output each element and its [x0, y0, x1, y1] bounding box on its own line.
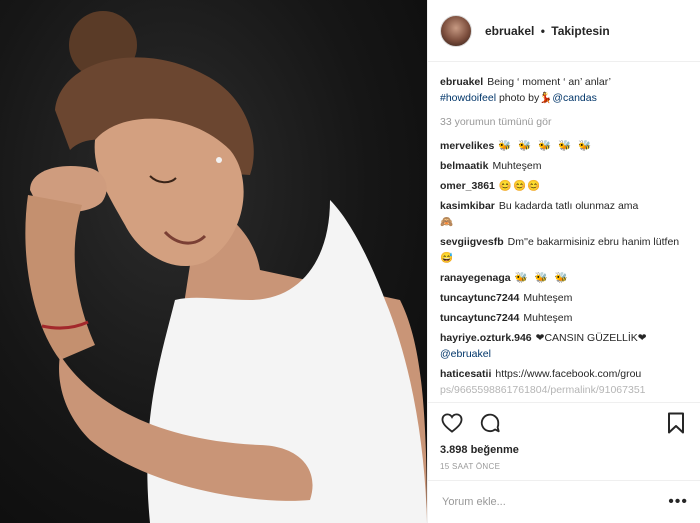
caption-text: Being ‘ moment ‘ an’ anlar’ [487, 76, 611, 88]
comment-username[interactable]: tuncaytunc7244 [440, 312, 519, 324]
comment-item: mervelikes 🐝 🐝 🐝 🐝 🐝 [440, 138, 688, 154]
post-header: ebruakel • Takiptesin [428, 0, 700, 62]
comment-text: Muhteşem [523, 312, 573, 324]
bee-emoji-icon: 🐝 🐝 🐝 [514, 272, 570, 284]
caption-hashtag[interactable]: #howdoifeel [440, 92, 496, 104]
comment-item: haticesatii https://www.facebook.com/grou… [440, 366, 688, 398]
comment-item: kasimkibar Bu kadarda tatlı olunmaz ama 🙈 [440, 198, 688, 230]
add-comment-input[interactable] [440, 495, 664, 509]
comment-text: ❤CANSIN GÜZELLİK❤ [535, 332, 647, 344]
comment-username[interactable]: sevgiigvesfb [440, 236, 504, 248]
header-text: ebruakel • Takiptesin [485, 24, 610, 38]
header-username[interactable]: ebruakel [485, 24, 534, 38]
bookmark-icon[interactable] [664, 411, 688, 435]
comment-username[interactable]: kasimkibar [440, 200, 495, 212]
comment-item: hayriye.ozturk.946 ❤CANSIN GÜZELLİK❤ @ebr… [440, 330, 688, 362]
comment-icon[interactable] [478, 411, 502, 435]
more-options-icon[interactable]: ••• [668, 493, 688, 511]
instagram-post: ebruakel • Takiptesin ebruakel Being ‘ mo… [0, 0, 700, 523]
comment-mention[interactable]: @ebruakel [440, 348, 491, 360]
caption-username[interactable]: ebruakel [440, 76, 483, 88]
comment-text: Muhteşem [523, 292, 573, 304]
caption-mention[interactable]: @candas [552, 92, 597, 104]
post-actions: 3.898 beğenme 15 SAAT ÖNCE [428, 402, 700, 480]
comments-list: ebruakel Being ‘ moment ‘ an’ anlar’ #how… [428, 62, 700, 402]
avatar[interactable] [440, 14, 472, 47]
comment-username[interactable]: ranayegenaga [440, 272, 511, 284]
comment-text: Muhteşem [492, 160, 542, 172]
comment-username[interactable]: belmaatik [440, 160, 488, 172]
sweat-smile-emoji-icon: 😅 [440, 252, 455, 264]
post-caption: ebruakel Being ‘ moment ‘ an’ anlar’ #how… [440, 74, 688, 106]
comment-item: tuncaytunc7244 Muhteşem [440, 310, 688, 326]
comment-username[interactable]: tuncaytunc7244 [440, 292, 519, 304]
comment-link[interactable]: https://www.facebook.com/grou [495, 368, 641, 380]
add-comment-bar: ••• [428, 480, 700, 523]
comment-item: omer_3861 😊😊😊 [440, 178, 688, 194]
comment-item: belmaatik Muhteşem [440, 158, 688, 174]
comment-link-continued[interactable]: ps/9665598861761804/permalink/91067351 [440, 384, 646, 396]
comment-item: ranayegenaga 🐝 🐝 🐝 [440, 270, 688, 286]
post-timestamp: 15 SAAT ÖNCE [440, 462, 501, 471]
woman-dancing-emoji-icon: 💃 [539, 92, 553, 104]
likes-count[interactable]: 3.898 beğenme [440, 444, 688, 456]
action-icons-row [440, 410, 688, 436]
header-separator: • [540, 23, 545, 38]
portrait-illustration [25, 11, 427, 523]
heart-icon[interactable] [440, 411, 464, 435]
post-photo[interactable] [0, 0, 427, 523]
comment-item: tuncaytunc7244 Muhteşem [440, 290, 688, 306]
caption-photo-by: photo by [498, 92, 540, 104]
comment-username[interactable]: hayriye.ozturk.946 [440, 332, 532, 344]
comment-text: Bu kadarda tatlı olunmaz ama [498, 200, 639, 212]
see-no-evil-monkey-emoji-icon: 🙈 [440, 216, 454, 228]
comment-username[interactable]: haticesatii [440, 368, 491, 380]
post-details-panel: ebruakel • Takiptesin ebruakel Being ‘ mo… [427, 0, 700, 523]
follow-status-button[interactable]: Takiptesin [551, 24, 609, 38]
comment-username[interactable]: mervelikes [440, 140, 494, 152]
comment-item: sevgiigvesfb Dm''e bakarmisiniz ebru hani… [440, 234, 688, 266]
smile-emoji-icon: 😊😊😊 [498, 180, 542, 192]
comment-username[interactable]: omer_3861 [440, 180, 495, 192]
bee-emoji-icon: 🐝 🐝 🐝 🐝 🐝 [498, 140, 594, 152]
view-all-comments-link[interactable]: 33 yorumun tümünü gör [440, 114, 688, 130]
comment-text: Dm''e bakarmisiniz ebru hanim lütfen [507, 236, 680, 248]
